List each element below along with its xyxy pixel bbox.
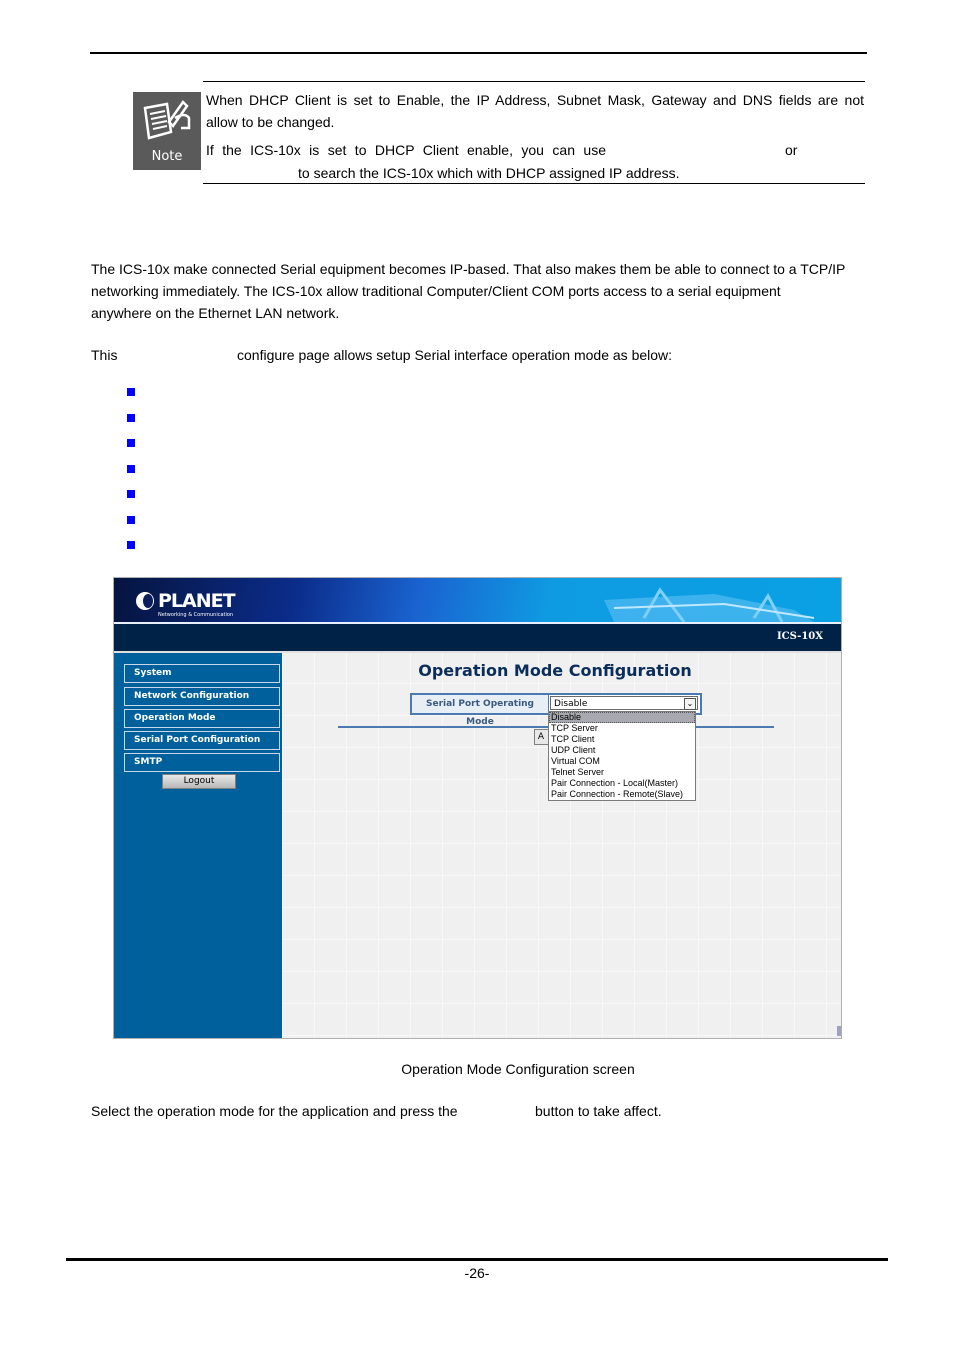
logout-button[interactable]: Logout <box>162 774 236 789</box>
bullet-icon <box>127 413 135 422</box>
dropdown-option[interactable]: TCP Server <box>549 723 695 734</box>
footer-rule <box>66 1258 888 1261</box>
note-line-1: When DHCP Client is set to Enable, the I… <box>206 92 864 108</box>
notepad-pen-icon <box>143 100 191 140</box>
dropdown-option[interactable]: Telnet Server <box>549 767 695 778</box>
sidebar-item-network-configuration[interactable]: Network Configuration <box>124 687 280 706</box>
dropdown-option[interactable]: TCP Client <box>549 734 695 745</box>
sidebar-item-smtp[interactable]: SMTP <box>124 753 280 772</box>
note-top-rule <box>203 81 865 82</box>
note-line-2: allow to be changed. <box>206 114 335 130</box>
brand-name: PLANET <box>158 590 236 612</box>
sidebar-item-system[interactable]: System <box>124 664 280 683</box>
figure-caption: Operation Mode Configuration screen <box>401 1061 635 1077</box>
web-ui-screenshot: PLANET Networking & Communication ICS-10… <box>113 577 842 1039</box>
note-bottom-rule <box>203 183 865 184</box>
note-icon: Note <box>133 92 201 170</box>
scrollbar-nub[interactable] <box>837 1026 841 1036</box>
top-navbar: ICS-10X <box>114 624 841 651</box>
content-area: Operation Mode Configuration Serial Port… <box>282 653 841 1038</box>
bullet-icon <box>127 464 135 473</box>
sidebar-item-operation-mode[interactable]: Operation Mode <box>124 709 280 728</box>
operating-mode-dropdown-list: Disable TCP Server TCP Client UDP Client Vir… <box>548 711 696 801</box>
note-label: Note <box>151 149 183 164</box>
planet-logo-icon <box>136 592 154 610</box>
intro-line-1: The ICS-10x make connected Serial equipm… <box>91 261 846 277</box>
sidebar-item-serial-port-configuration[interactable]: Serial Port Configuration <box>124 731 280 750</box>
bullet-icon <box>127 388 135 396</box>
chevron-down-icon[interactable]: ⌄ <box>684 698 696 710</box>
instruction-end: button to take affect. <box>535 1103 662 1119</box>
dropdown-option[interactable]: Pair Connection - Remote(Slave) <box>549 789 695 800</box>
bullet-icon <box>127 515 135 524</box>
bullet-icon <box>127 439 135 447</box>
note-line-3-start: If the ICS-10x is set to DHCP Client ena… <box>206 142 606 158</box>
sidebar: System Network Configuration Operation M… <box>114 653 282 1038</box>
bullet-icon <box>127 541 135 549</box>
intro-line-2: networking immediately. The ICS-10x allo… <box>91 283 781 299</box>
para2-end: configure page allows setup Serial inter… <box>237 347 673 363</box>
operating-mode-label: Serial Port Operating Mode <box>412 695 549 727</box>
model-name: ICS-10X <box>776 631 823 642</box>
dropdown-option[interactable]: UDP Client <box>549 745 695 756</box>
operating-mode-select[interactable]: Disable ⌄ <box>550 696 698 710</box>
instruction-start: Select the operation mode for the applic… <box>91 1103 458 1119</box>
page-title: Operation Mode Configuration <box>418 661 692 680</box>
dropdown-option[interactable]: Pair Connection - Local(Master) <box>549 778 695 789</box>
intro-line-3: anywhere on the Ethernet LAN network. <box>91 305 340 321</box>
note-line-3-end: or <box>785 142 798 158</box>
para2-start: This <box>91 347 118 363</box>
header-rule <box>90 52 867 54</box>
banner: PLANET Networking & Communication <box>114 578 841 622</box>
dropdown-option[interactable]: Virtual COM <box>549 756 695 767</box>
page-number: -26- <box>464 1265 490 1281</box>
dropdown-option[interactable]: Disable <box>549 712 695 723</box>
note-line-4: to search the ICS-10x which with DHCP as… <box>298 165 680 181</box>
bullet-icon <box>127 490 135 498</box>
selected-value: Disable <box>554 699 588 709</box>
brand-tagline: Networking & Communication <box>158 612 234 618</box>
